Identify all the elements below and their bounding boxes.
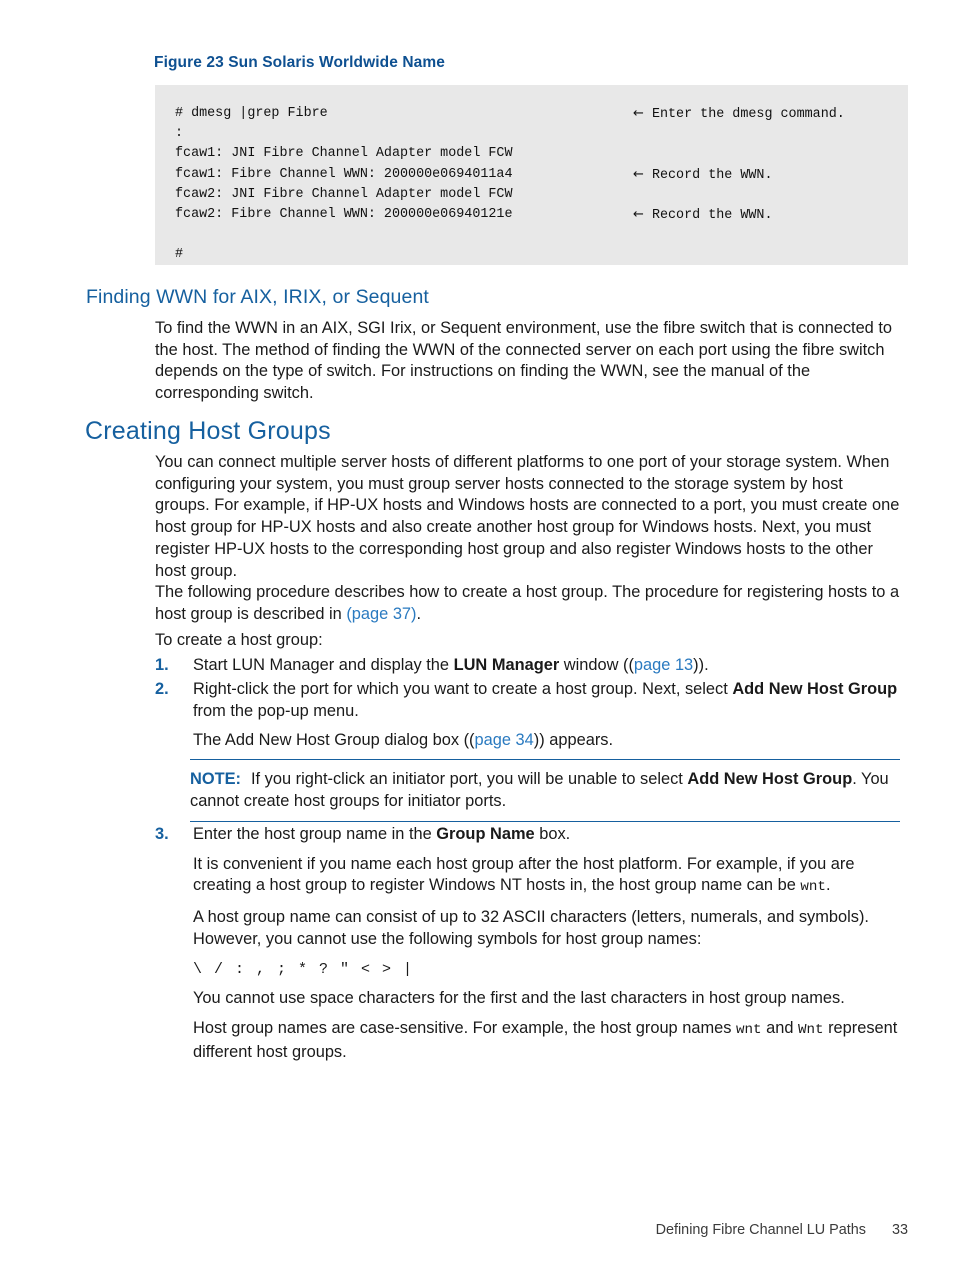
annotation-row [633,245,845,265]
annotation-row: ← Record the WWN. [633,165,845,185]
annotation-row [633,144,845,164]
step-item-1: 1. Start LUN Manager and display the LUN… [155,655,900,677]
step2-text-a: Right-click the port for which you want … [193,680,733,698]
link-page-34[interactable]: page 34 [475,731,534,749]
annotation-row: ← Record the WWN. [633,205,845,225]
step-number-1: 1. [155,656,169,674]
left-arrow-icon: ← [633,206,644,222]
terminal-line: fcaw2: JNI Fibre Channel Adapter model F… [175,186,513,202]
step2-text-b: from the pop-up menu. [193,701,359,720]
step3-para-case-sensitive: Host group names are case-sensitive. For… [193,1018,900,1063]
footer-chapter-title: Defining Fibre Channel LU Paths [655,1222,866,1238]
procedure-intro-text: The following procedure describes how to… [155,583,900,623]
left-arrow-icon: ← [633,166,644,182]
step1-bold-lun-manager: LUN Manager [453,656,560,674]
step-text-2: Right-click the port for which you want … [193,679,900,722]
annotation-text: Enter the dmesg command. [643,107,845,122]
paragraph-finding-wwn: To find the WWN in an AIX, SGI Irix, or … [155,319,893,403]
step3-mono-wnt: wnt [800,879,826,896]
procedure-intro-tail: . [416,604,422,623]
step3-para4-a: Host group names are case-sensitive. For… [193,1018,736,1037]
step-number-3: 3. [155,825,169,843]
step-text-1: Start LUN Manager and display the LUN Ma… [193,655,900,677]
note-label: NOTE: [190,770,241,788]
step3-para1-a: It is convenient if you name each host g… [193,854,855,895]
figure-caption: Figure 23 Sun Solaris Worldwide Name [154,54,445,71]
step3-text-a: Enter the host group name in the [193,825,437,843]
page-footer: Defining Fibre Channel LU Paths 33 [0,1222,954,1238]
figure-code-block: # dmesg |grep Fibre: fcaw1: JNI Fibre Cha… [155,85,908,265]
document-page: Figure 23 Sun Solaris Worldwide Name # d… [0,0,954,1271]
step2-sub-text-b: )) appears. [533,731,614,750]
terminal-line: fcaw1: Fibre Channel WWN: 200000e0694011… [175,166,513,182]
terminal-line: # [175,247,184,263]
terminal-output: # dmesg |grep Fibre: fcaw1: JNI Fibre Cha… [175,104,513,266]
step3-text-b: box. [534,825,571,843]
annotation-text: Record the WWN. [643,207,773,223]
step2-sub-text-a: The Add New Host Group dialog box (( [193,731,475,750]
terminal-line: fcaw2: Fibre Channel WWN: 200000e0694012… [175,207,513,223]
paragraph-procedure-intro: The following procedure describes how to… [155,582,900,625]
annotation-row [633,185,845,205]
step3-para-ascii: A host group name can consist of up to 3… [193,908,869,948]
step3-para1-b: . [825,876,831,895]
step3-bold-group-name: Group Name [436,825,535,843]
step3-para-convenient: It is convenient if you name each host g… [193,854,900,899]
step-item-2: 2. Right-click the port for which you wa… [155,679,900,752]
step2-bold-add-new-host-group: Add New Host Group [732,680,898,698]
step3-para-space: You cannot use space characters for the … [193,989,845,1008]
heading-creating-host-groups: Creating Host Groups [85,417,331,445]
heading-finding-wwn: Finding WWN for AIX, IRIX, or Sequent [86,286,429,308]
annotation-row: ← Enter the dmesg command. [633,104,845,124]
step3-mono-wnt-upper: Wnt [798,1021,824,1038]
step-number-2: 2. [155,680,169,698]
annotation-text: Record the WWN. [643,167,773,183]
step1-text-b: window (( [559,656,634,674]
paragraph-creating-host-groups: You can connect multiple server hosts of… [155,453,900,580]
footer-page-number: 33 [891,1222,908,1238]
step-item-3: 3. Enter the host group name in the Grou… [155,824,900,1063]
step3-forbidden-symbols: \ / : , ; * ? " < > | [193,960,414,978]
step3-para4-b: and [761,1018,798,1037]
step1-text-c: )). [693,656,709,674]
note-callout: NOTE: If you right-click an initiator por… [190,759,900,823]
figure-annotations: ← Enter the dmesg command. ← Record the … [633,104,845,266]
terminal-line: fcaw1: JNI Fibre Channel Adapter model F… [175,146,513,162]
link-page-13[interactable]: page 13 [634,656,693,674]
annotation-row [633,124,845,144]
step2-subparagraph: The Add New Host Group dialog box ((page… [193,730,900,752]
step3-mono-wnt-lower: wnt [735,1021,762,1038]
link-page-37[interactable]: (page 37) [346,605,416,623]
note-text-a: If you right-click an initiator port, yo… [251,770,688,788]
paragraph-to-create-host-group: To create a host group: [155,631,323,649]
terminal-line: : [175,126,184,142]
note-bold-add-new-host-group: Add New Host Group [687,770,853,788]
step-text-3: Enter the host group name in the Group N… [193,824,900,846]
terminal-line: # dmesg |grep Fibre [175,106,328,121]
annotation-row [633,225,845,245]
left-arrow-icon: ← [633,106,644,121]
step1-text-a: Start LUN Manager and display the [193,656,454,674]
